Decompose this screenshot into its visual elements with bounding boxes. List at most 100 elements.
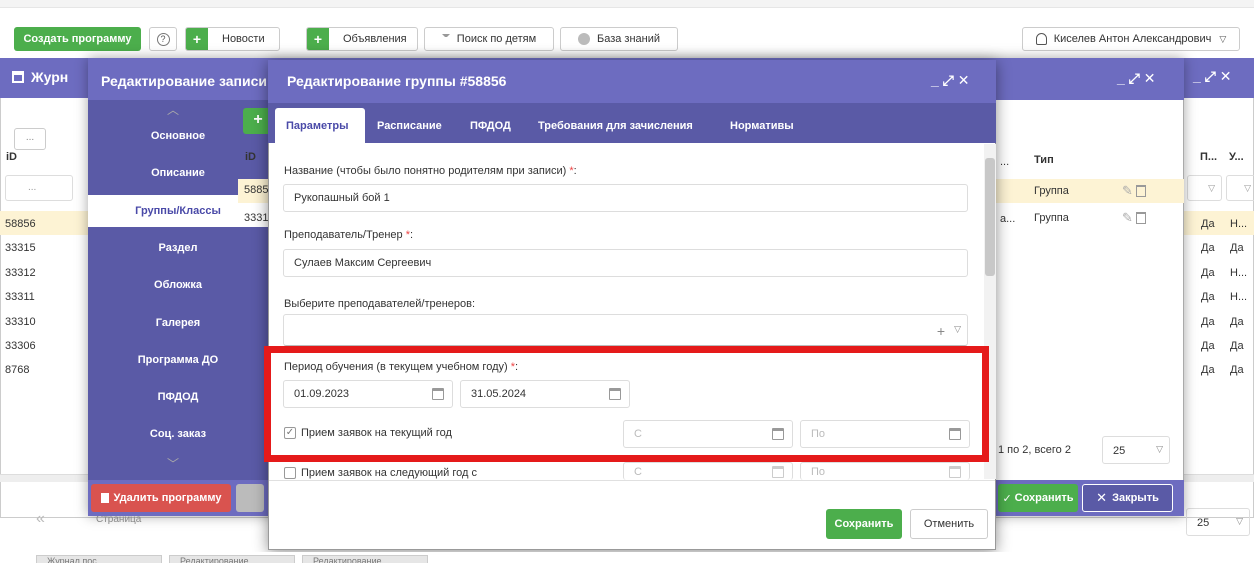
news-button[interactable]: + Новости [185, 27, 280, 51]
teacher-label-text: Преподаватель/Тренер [284, 229, 403, 241]
tab-schedule[interactable]: Расписание [377, 120, 442, 132]
sidebar-item[interactable]: Описание [88, 167, 268, 179]
journal-right-cell: Да [1201, 315, 1215, 328]
delete-program-label: Удалить программу [113, 492, 222, 504]
edit-group-window-controls[interactable]: _ ⤢ ✕ [931, 72, 970, 89]
sidebar-item[interactable]: Обложка [88, 279, 268, 291]
edit-pencil-icon[interactable]: ✎ [1122, 183, 1133, 199]
journal-right-header-1: П... [1200, 151, 1218, 163]
teachers-label: Выберите преподавателей/тренеров: [284, 298, 476, 310]
chevron-down-icon: ▽ [1219, 33, 1227, 44]
page-size-value: 25 [1113, 445, 1126, 457]
journal-right-filter-2[interactable]: ▽ [1226, 175, 1254, 201]
sidebar-item[interactable]: Галерея [88, 317, 268, 329]
tab-norms[interactable]: Нормативы [730, 120, 794, 132]
journal-right-cell: Да [1201, 364, 1215, 377]
accept-next-from-input[interactable]: С [623, 462, 793, 480]
trash-icon[interactable] [1136, 185, 1146, 197]
taskbar-tab[interactable]: Редактирование... [169, 555, 295, 563]
calendar-icon[interactable] [772, 466, 784, 478]
trash-icon[interactable] [1136, 212, 1146, 224]
edit-record-window-controls[interactable]: _ ⤢ ✕ [1117, 70, 1156, 87]
journal-window-controls[interactable]: _ ⤢ ✕ [1193, 68, 1232, 85]
create-program-button[interactable]: Создать программу [14, 27, 141, 51]
knowledge-base-label: База знаний [596, 33, 661, 45]
groups-type-value-1: Группа [1034, 185, 1069, 197]
chevron-down-icon: ▽ [1156, 444, 1163, 454]
journal-row-id[interactable]: 33310 [0, 316, 85, 328]
sidebar-item[interactable]: Основное [88, 130, 268, 142]
delete-program-button[interactable]: Удалить программу [91, 484, 231, 512]
teacher-input[interactable]: Сулаев Максим Сергеевич [283, 249, 968, 277]
calendar-icon[interactable] [949, 466, 961, 478]
name-input[interactable]: Рукопашный бой 1 [283, 184, 968, 212]
help-button[interactable]: ? [149, 27, 177, 51]
first-page-icon[interactable]: « [36, 510, 45, 528]
edit-record-title: Редактирование записи [101, 73, 267, 89]
chevron-down-icon: ▽ [1236, 516, 1243, 526]
sidebar-item[interactable]: Программа ДО [88, 354, 268, 366]
groups-page-size[interactable]: 25 ▽ [1102, 436, 1170, 464]
accept-next-checkbox[interactable] [284, 467, 296, 479]
journal-row-id[interactable]: 33306 [0, 340, 85, 352]
taskbar-tab[interactable]: Редактирование... [302, 555, 428, 563]
groups-row-id-1[interactable]: 5885 [244, 184, 268, 196]
accept-next-to-input[interactable]: По [800, 462, 970, 480]
edit-pencil-icon[interactable]: ✎ [1122, 210, 1133, 226]
extra-footer-button[interactable] [236, 484, 264, 512]
teacher-label: Преподаватель/Тренер *: [284, 229, 414, 241]
tab-requirements[interactable]: Требования для зачисления [538, 120, 693, 132]
record-save-button[interactable]: ✓ Сохранить [998, 484, 1078, 512]
page-size-value: 25 [1197, 517, 1210, 529]
record-close-button[interactable]: ✕ Закрыть [1082, 484, 1173, 512]
dialog-save-button[interactable]: Сохранить [826, 509, 902, 539]
journal-id-filter[interactable]: ... [5, 175, 73, 201]
chevron-up-icon[interactable]: ︿ [167, 101, 179, 118]
tab-params[interactable]: Параметры [286, 120, 348, 132]
journal-title: Журн [31, 69, 69, 85]
teachers-select[interactable]: + ▽ [283, 314, 968, 346]
required-marker: * [405, 229, 410, 241]
user-menu-button[interactable]: Киселев Антон Александрович ▽ [1022, 27, 1240, 51]
ads-label: Объявления [343, 33, 407, 45]
plus-icon: + [186, 28, 208, 50]
user-icon [1035, 33, 1047, 45]
knowledge-base-button[interactable]: База знаний [560, 27, 678, 51]
taskbar-tab[interactable]: Журнал пос... [36, 555, 162, 563]
news-label: Новости [222, 33, 265, 45]
dialog-cancel-button[interactable]: Отменить [910, 509, 988, 539]
search-children-label: Поиск по детям [456, 33, 537, 45]
sidebar-item[interactable]: Соц. заказ [88, 428, 268, 440]
required-marker: * [569, 165, 574, 177]
to-placeholder: По [811, 465, 826, 478]
journal-row-id[interactable]: 33312 [0, 267, 85, 279]
journal-right-filter-1[interactable]: ▽ [1187, 175, 1222, 201]
groups-row-id-2[interactable]: 3331 [244, 212, 268, 224]
tab-pfdod[interactable]: ПФДОД [470, 120, 511, 132]
groups-row-prefix: а... [1000, 213, 1016, 225]
chevron-down-icon[interactable]: ﹀ [167, 455, 179, 472]
journal-row-id[interactable]: 8768 [0, 364, 85, 376]
close-icon: ✕ [1096, 490, 1108, 505]
edit-group-title: Редактирование группы #58856 [287, 73, 507, 89]
journal-page-size[interactable]: 25 ▽ [1186, 508, 1250, 536]
sidebar-item[interactable]: Группы/Классы [88, 205, 268, 217]
ads-button[interactable]: + Объявления [306, 27, 418, 51]
trash-icon [100, 493, 109, 503]
journal-row-id[interactable]: 33311 [0, 291, 85, 303]
journal-right-cell: Да [1201, 266, 1215, 279]
journal-id-header: iD [6, 151, 17, 163]
groups-pager-text: 1 по 2, всего 2 [998, 444, 1071, 456]
journal-row-id[interactable]: 58856 [0, 218, 85, 230]
plus-icon: + [307, 28, 329, 50]
search-children-button[interactable]: Поиск по детям [424, 27, 554, 51]
sidebar-item[interactable]: ПФДОД [88, 391, 268, 403]
journal-menu-button[interactable]: ... [14, 128, 46, 150]
add-icon[interactable]: + [937, 323, 945, 339]
journal-row-id[interactable]: 33315 [0, 242, 85, 254]
dialog-scrollbar-thumb[interactable] [985, 158, 995, 276]
sidebar-item[interactable]: Раздел [88, 242, 268, 254]
chevron-down-icon[interactable]: ▽ [954, 324, 961, 335]
journal-right-cell: Да [1201, 242, 1215, 255]
check-icon: ✓ [1002, 492, 1012, 505]
